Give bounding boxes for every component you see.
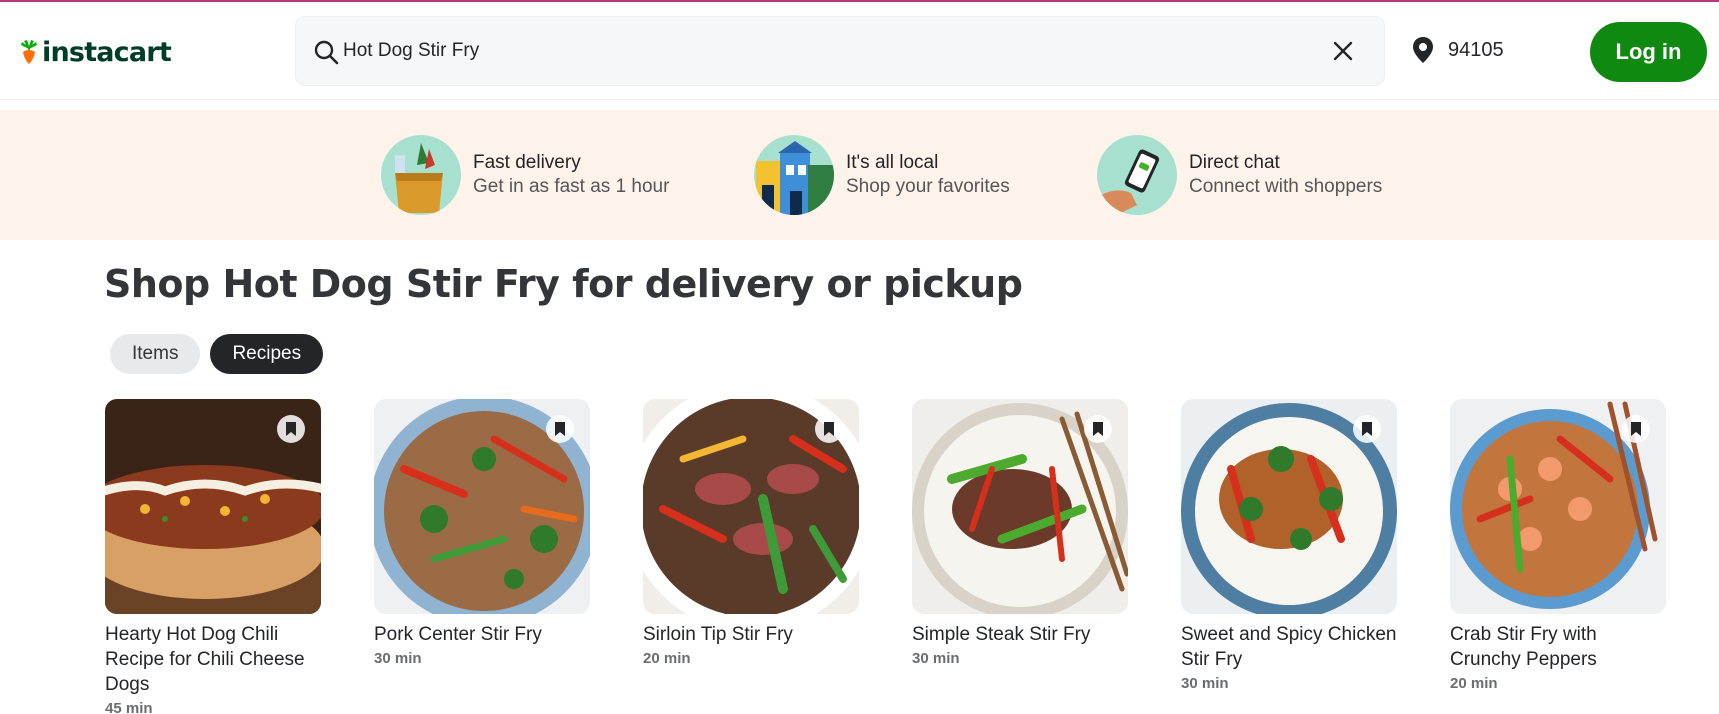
recipe-title: Pork Center Stir Fry bbox=[374, 624, 542, 645]
feature-title: It's all local bbox=[846, 152, 939, 173]
logo-text: instacart bbox=[42, 36, 172, 68]
feature-title: Fast delivery bbox=[473, 152, 581, 173]
carrot-icon bbox=[21, 40, 37, 64]
bookmark-icon[interactable] bbox=[815, 415, 843, 443]
feature-title: Direct chat bbox=[1189, 152, 1280, 173]
recipe-time: 20 min bbox=[1450, 675, 1498, 692]
result-type-tabs: Items Recipes bbox=[110, 334, 324, 374]
recipe-card[interactable]: Pork Center Stir Fry 30 min bbox=[374, 399, 590, 667]
recipe-time: 45 min bbox=[105, 700, 153, 714]
bookmark-icon[interactable] bbox=[1084, 415, 1112, 443]
stir-fry-image bbox=[643, 399, 859, 614]
recipe-title: Crab Stir Fry with Crunchy Peppers bbox=[1450, 624, 1597, 670]
grocery-bag-icon bbox=[381, 135, 461, 215]
search-input[interactable] bbox=[343, 17, 1303, 85]
location-selector[interactable]: 94105 bbox=[1412, 36, 1504, 64]
recipe-time: 20 min bbox=[643, 650, 691, 667]
bookmark-icon[interactable] bbox=[277, 415, 305, 443]
storefront-icon bbox=[754, 135, 834, 215]
feature-fast-delivery: Fast delivery Get in as fast as 1 hour bbox=[381, 135, 669, 215]
page-title: Shop Hot Dog Stir Fry for delivery or pi… bbox=[104, 262, 1023, 306]
header: instacart 94105 Log in bbox=[0, 2, 1719, 100]
bookmark-icon[interactable] bbox=[1622, 415, 1650, 443]
recipe-card[interactable]: Hearty Hot Dog Chili Recipe for Chili Ch… bbox=[105, 399, 321, 714]
recipe-title: Simple Steak Stir Fry bbox=[912, 624, 1091, 645]
bookmark-icon[interactable] bbox=[1353, 415, 1381, 443]
location-pin-icon bbox=[1413, 37, 1433, 63]
feature-local: It's all local Shop your favorites bbox=[754, 135, 1010, 215]
search-bar[interactable] bbox=[295, 16, 1385, 86]
recipe-time: 30 min bbox=[1181, 675, 1229, 692]
stir-fry-image bbox=[1450, 399, 1666, 614]
instacart-logo[interactable]: instacart bbox=[18, 32, 172, 72]
recipe-time: 30 min bbox=[912, 650, 960, 667]
stir-fry-image bbox=[1181, 399, 1397, 614]
tab-items[interactable]: Items bbox=[110, 334, 201, 374]
recipe-title: Hearty Hot Dog Chili Recipe for Chili Ch… bbox=[105, 624, 305, 695]
search-icon bbox=[314, 40, 339, 65]
feature-subtitle: Connect with shoppers bbox=[1189, 176, 1383, 197]
login-button[interactable]: Log in bbox=[1590, 22, 1707, 82]
stir-fry-image bbox=[374, 399, 590, 614]
features-banner: Fast delivery Get in as fast as 1 hour I… bbox=[0, 110, 1719, 240]
recipe-card[interactable]: Crab Stir Fry with Crunchy Peppers 20 mi… bbox=[1450, 399, 1666, 692]
clear-search-icon[interactable] bbox=[1330, 38, 1356, 64]
feature-direct-chat: Direct chat Connect with shoppers bbox=[1097, 135, 1382, 215]
recipe-card[interactable]: Simple Steak Stir Fry 30 min bbox=[912, 399, 1128, 667]
phone-chat-icon bbox=[1097, 135, 1177, 215]
recipe-time: 30 min bbox=[374, 650, 422, 667]
stir-fry-image bbox=[912, 399, 1128, 614]
hot-dog-image bbox=[105, 399, 321, 614]
bookmark-icon[interactable] bbox=[546, 415, 574, 443]
recipe-title: Sirloin Tip Stir Fry bbox=[643, 624, 793, 645]
feature-subtitle: Shop your favorites bbox=[846, 176, 1010, 197]
tab-recipes[interactable]: Recipes bbox=[210, 334, 324, 374]
feature-subtitle: Get in as fast as 1 hour bbox=[473, 176, 670, 197]
recipe-card[interactable]: Sweet and Spicy Chicken Stir Fry 30 min bbox=[1181, 399, 1397, 692]
recipe-title: Sweet and Spicy Chicken Stir Fry bbox=[1181, 624, 1397, 670]
zip-code: 94105 bbox=[1448, 38, 1504, 61]
recipe-card[interactable]: Sirloin Tip Stir Fry 20 min bbox=[643, 399, 859, 667]
